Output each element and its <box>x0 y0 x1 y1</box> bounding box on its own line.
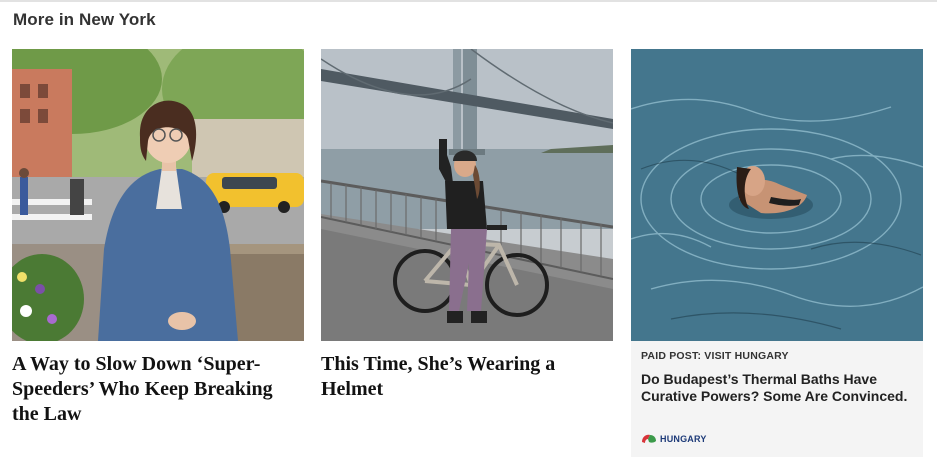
section-heading: More in New York <box>13 10 156 29</box>
story-card-helmet[interactable]: This Time, She’s Wearing a Helmet <box>321 49 613 402</box>
story-headline[interactable]: This Time, She’s Wearing a Helmet <box>321 352 613 402</box>
story-image[interactable] <box>321 49 613 341</box>
top-divider <box>0 0 937 2</box>
story-card-super-speeders[interactable]: A Way to Slow Down ‘Super-Speeders’ Who … <box>12 49 304 427</box>
story-image[interactable] <box>12 49 304 341</box>
paid-post-image[interactable] <box>631 49 923 341</box>
paid-post-headline[interactable]: Do Budapest’s Thermal Baths Have Curativ… <box>641 371 913 405</box>
hungary-logo-icon <box>642 434 656 443</box>
paid-post-text-panel[interactable]: PAID POST: VISIT HUNGARY Do Budapest’s T… <box>631 341 923 457</box>
sponsor-logo-text: HUNGARY <box>660 434 707 444</box>
sponsor-logo[interactable]: HUNGARY <box>641 433 707 445</box>
story-headline[interactable]: A Way to Slow Down ‘Super-Speeders’ Who … <box>12 352 304 427</box>
sponsor-label: PAID POST: VISIT HUNGARY <box>641 350 789 362</box>
paid-post-card[interactable] <box>631 49 923 341</box>
